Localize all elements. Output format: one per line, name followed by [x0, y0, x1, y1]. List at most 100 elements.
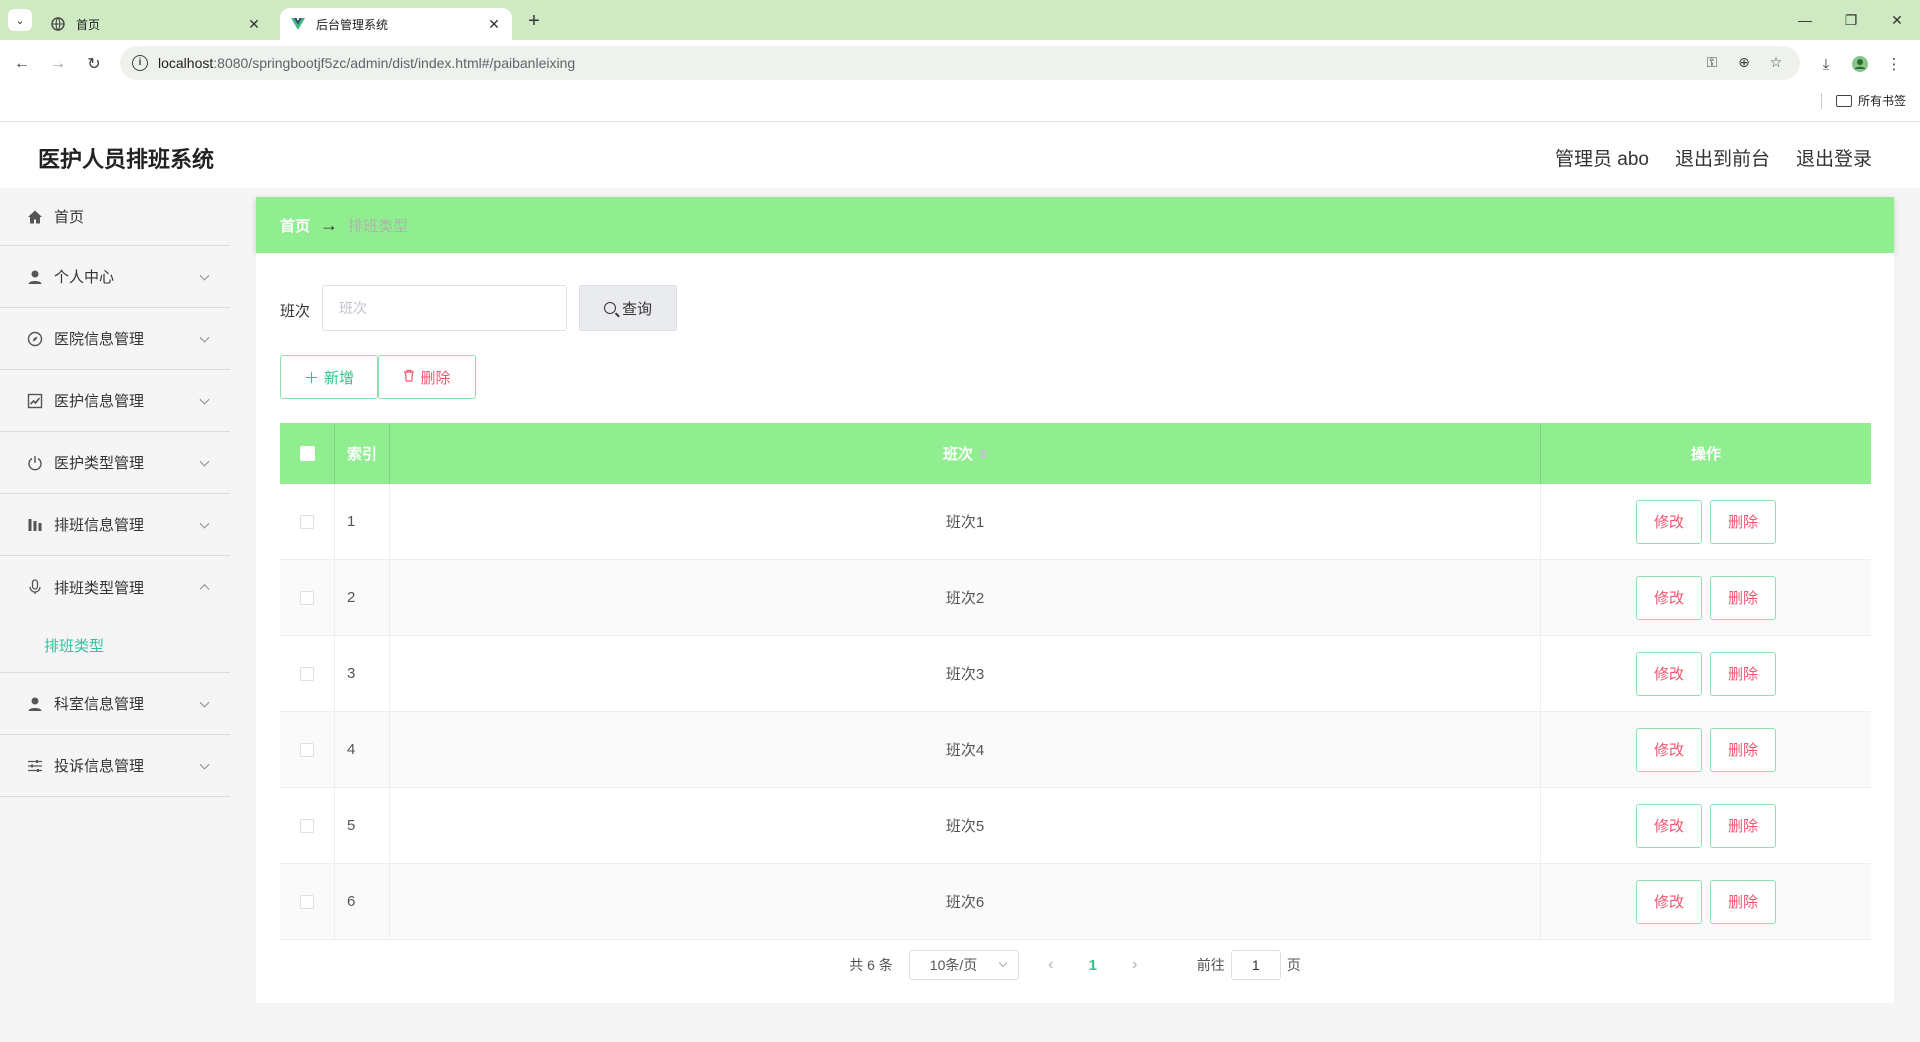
new-tab-icon[interactable]: +	[520, 8, 548, 36]
url-text: localhost:8080/springbootjf5zc/admin/dis…	[158, 55, 576, 71]
goto-page-input[interactable]	[1230, 950, 1281, 980]
search-label: 班次	[280, 303, 311, 320]
forward-icon[interactable]: →	[44, 50, 72, 78]
row-name: 班次5	[390, 788, 1541, 863]
chevron-down-icon	[199, 270, 210, 281]
sidebar-item-medical-type[interactable]: 医护类型管理	[0, 432, 230, 494]
page-suffix: 页	[1286, 957, 1301, 973]
sidebar-item-label: 个人中心	[54, 269, 115, 286]
profile-icon[interactable]	[1848, 52, 1872, 76]
breadcrumb-home[interactable]: 首页	[280, 215, 310, 236]
app-header: 医护人员排班系统 管理员 abo 退出到前台 退出登录	[0, 121, 1920, 188]
reload-icon[interactable]: ↻	[80, 50, 108, 78]
sidebar-item-label: 医护类型管理	[54, 455, 145, 472]
tab-search-icon[interactable]: ⌄	[8, 9, 32, 31]
row-checkbox[interactable]	[300, 514, 314, 529]
row-checkbox[interactable]	[300, 894, 314, 909]
back-icon[interactable]: ←	[8, 50, 36, 78]
row-select-cell	[280, 484, 335, 559]
star-icon[interactable]: ☆	[1766, 54, 1786, 74]
header-actions: 管理员 abo 退出到前台 退出登录	[1529, 144, 1872, 171]
site-info-icon[interactable]: i	[132, 55, 148, 71]
delete-button[interactable]: 删除	[1710, 879, 1776, 924]
delete-button[interactable]: 删除	[1710, 499, 1776, 544]
edit-button[interactable]: 修改	[1636, 651, 1702, 696]
zoom-icon[interactable]: ⊕	[1734, 54, 1754, 74]
table-row: 1 班次1 修改 删除	[280, 484, 1871, 560]
row-select-cell	[280, 712, 335, 787]
delete-button[interactable]: 删除	[1710, 803, 1776, 848]
edit-button[interactable]: 修改	[1636, 803, 1702, 848]
batch-delete-label: 删除	[420, 369, 451, 387]
next-page-icon[interactable]: ›	[1115, 956, 1155, 974]
download-icon[interactable]: ⤓	[1814, 52, 1838, 76]
column-header-name[interactable]: 班次	[390, 423, 1541, 484]
sidebar-item-label: 首页	[54, 209, 85, 226]
breadcrumb: 首页 → 排班类型	[256, 197, 1894, 253]
chevron-down-icon	[998, 958, 1008, 968]
row-actions: 修改 删除	[1541, 788, 1871, 863]
delete-button[interactable]: 删除	[1710, 727, 1776, 772]
row-name: 班次1	[390, 484, 1541, 559]
sidebar-item-label: 医院信息管理	[54, 331, 145, 348]
search-input[interactable]	[322, 285, 567, 331]
globe-icon	[50, 16, 66, 32]
logout-link[interactable]: 退出登录	[1796, 144, 1872, 171]
password-key-icon[interactable]: ⚿	[1702, 54, 1722, 74]
browser-tab-home[interactable]: 首页 ✕	[40, 8, 272, 40]
row-actions: 修改 删除	[1541, 636, 1871, 711]
edit-button[interactable]: 修改	[1636, 575, 1702, 620]
minimize-icon[interactable]: —	[1782, 0, 1828, 40]
page-number-current[interactable]: 1	[1083, 957, 1103, 974]
row-checkbox[interactable]	[300, 742, 314, 757]
search-button[interactable]: 查询	[579, 285, 677, 331]
sidebar-item-medical-staff-info[interactable]: 医护信息管理	[0, 370, 230, 432]
row-checkbox[interactable]	[300, 818, 314, 833]
page-size-select[interactable]: 10条/页	[908, 950, 1019, 980]
row-name: 班次2	[390, 560, 1541, 635]
sidebar-item-schedule-info[interactable]: 排班信息管理	[0, 494, 230, 556]
row-index: 5	[335, 788, 390, 863]
bookmarks-bar[interactable]: 所有书签	[1820, 92, 1906, 109]
microphone-icon	[26, 578, 44, 596]
delete-button[interactable]: 删除	[1710, 651, 1776, 696]
batch-delete-button[interactable]: 删除	[378, 355, 476, 399]
close-icon[interactable]: ✕	[484, 16, 504, 33]
page-size-value: 10条/页	[929, 957, 978, 973]
sort-icon[interactable]	[979, 447, 987, 460]
chevron-down-icon	[199, 759, 210, 770]
table-row: 5 班次5 修改 删除	[280, 788, 1871, 864]
window-close-icon[interactable]: ✕	[1874, 0, 1920, 40]
edit-button[interactable]: 修改	[1636, 727, 1702, 772]
edit-button[interactable]: 修改	[1636, 499, 1702, 544]
row-name: 班次4	[390, 712, 1541, 787]
row-checkbox[interactable]	[300, 666, 314, 681]
user-icon	[26, 695, 44, 713]
goto-label: 前往	[1196, 957, 1225, 973]
more-menu-icon[interactable]: ⋮	[1882, 52, 1906, 76]
exit-to-front-link[interactable]: 退出到前台	[1675, 144, 1770, 171]
sidebar-item-schedule-type[interactable]: 排班类型管理	[0, 556, 230, 618]
restore-icon[interactable]: ❐	[1828, 0, 1874, 40]
row-name: 班次3	[390, 636, 1541, 711]
address-bar[interactable]: i localhost:8080/springbootjf5zc/admin/d…	[120, 46, 1800, 80]
sidebar-item-personal-center[interactable]: 个人中心	[0, 246, 230, 308]
row-checkbox[interactable]	[300, 590, 314, 605]
edit-button[interactable]: 修改	[1636, 879, 1702, 924]
browser-tab-admin[interactable]: 后台管理系统 ✕	[280, 8, 512, 40]
sidebar-item-complaint-info[interactable]: 投诉信息管理	[0, 735, 230, 797]
breadcrumb-current: 排班类型	[348, 217, 409, 235]
add-button[interactable]: ＋ 新增	[280, 355, 378, 399]
browser-tabstrip: ⌄ 首页 ✕ 后台管理系统 ✕ + — ❐ ✕	[0, 0, 1920, 40]
close-icon[interactable]: ✕	[244, 16, 264, 33]
chevron-down-icon	[199, 456, 210, 467]
browser-toolbar: ← → ↻ i localhost:8080/springbootjf5zc/a…	[0, 40, 1920, 126]
sidebar-subitem-schedule-type[interactable]: 排班类型	[0, 618, 230, 673]
chevron-down-icon	[199, 394, 210, 405]
prev-page-icon[interactable]: ‹	[1031, 956, 1071, 974]
delete-button[interactable]: 删除	[1710, 575, 1776, 620]
sidebar-item-hospital-info[interactable]: 医院信息管理	[0, 308, 230, 370]
sidebar-item-department-info[interactable]: 科室信息管理	[0, 673, 230, 735]
sidebar-item-home[interactable]: 首页	[0, 188, 230, 246]
select-all-checkbox[interactable]	[299, 446, 315, 461]
